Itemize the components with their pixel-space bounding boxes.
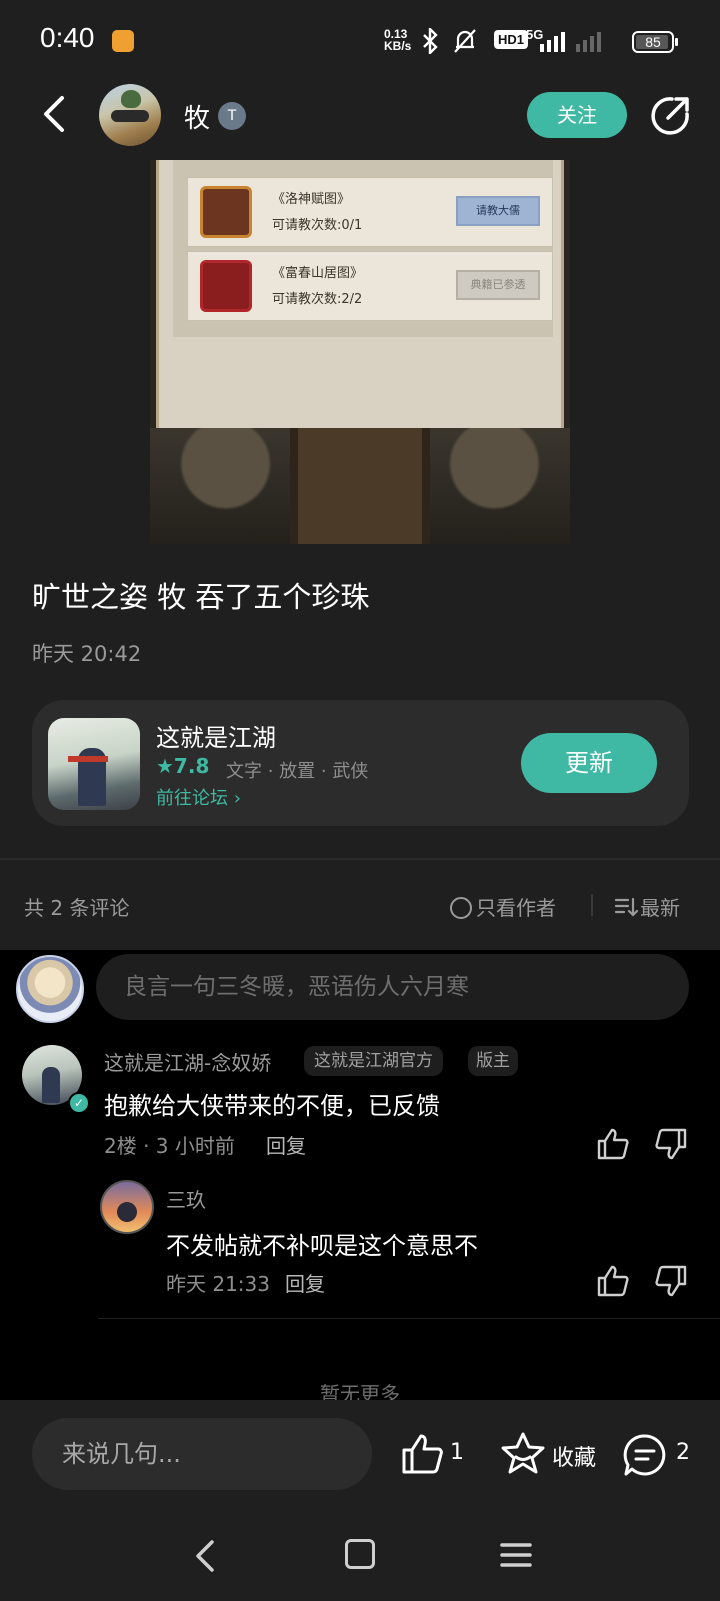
book-icon bbox=[200, 260, 252, 312]
notification-icon bbox=[112, 30, 134, 52]
signal-icon bbox=[540, 32, 601, 52]
image-row: 《富春山居图》 可请教次数:2/2 典籍已参透 bbox=[187, 251, 553, 321]
image-row-count: 可请教次数:0/1 bbox=[272, 218, 363, 233]
radio-circle-icon bbox=[450, 897, 472, 919]
battery-indicator: 85 bbox=[632, 31, 678, 53]
bluetooth-icon bbox=[423, 28, 438, 54]
mute-bell-icon bbox=[454, 29, 476, 53]
post-image[interactable]: 《洛神赋图》 可请教次数:0/1 请教大儒 《富春山居图》 可请教次数:2/2 … bbox=[150, 160, 570, 544]
verified-icon: ✓ bbox=[68, 1092, 90, 1114]
official-tag: 这就是江湖官方 bbox=[304, 1046, 443, 1076]
only-author-toggle[interactable]: 只看作者 bbox=[450, 892, 556, 921]
thumb-down-icon[interactable] bbox=[654, 1127, 688, 1161]
game-rating: ★7.8 bbox=[156, 754, 210, 778]
comment-input[interactable]: 良言一句三冬暖，恶语伤人六月寒 bbox=[96, 954, 689, 1020]
game-name[interactable]: 这就是江湖 bbox=[156, 718, 276, 753]
status-time: 0:40 bbox=[40, 22, 95, 53]
game-tags: 文字 · 放置 · 武侠 bbox=[226, 761, 369, 782]
image-row-count: 可请教次数:2/2 bbox=[272, 292, 363, 307]
comment-count-bottom: 2 bbox=[676, 1440, 690, 1465]
thumb-up-icon[interactable] bbox=[596, 1127, 630, 1161]
image-list-area: 《洛神赋图》 可请教次数:0/1 请教大儒 《富春山居图》 可请教次数:2/2 … bbox=[173, 160, 553, 337]
sort-icon bbox=[614, 897, 639, 917]
favorite-label[interactable]: 收藏 bbox=[552, 1440, 596, 1472]
reply-meta: 昨天 21:33 bbox=[166, 1272, 270, 1296]
star-icon[interactable] bbox=[500, 1431, 546, 1477]
comment-text: 抱歉给大侠带来的不便，已反馈 bbox=[104, 1092, 440, 1120]
author-name[interactable]: 牧 bbox=[184, 98, 210, 135]
post-title: 旷世之姿 牧 吞了五个珍珠 bbox=[32, 580, 370, 614]
game-icon[interactable] bbox=[48, 718, 140, 810]
replier-name[interactable]: 三玖 bbox=[166, 1184, 206, 1213]
author-level-badge-icon: T bbox=[218, 102, 246, 130]
image-row-title: 《洛神赋图》 bbox=[272, 192, 351, 207]
forum-link[interactable]: 前往论坛 › bbox=[156, 784, 241, 810]
divider bbox=[591, 894, 593, 916]
author-avatar[interactable] bbox=[99, 84, 161, 146]
share-icon[interactable] bbox=[650, 96, 690, 136]
battery-level: 85 bbox=[645, 34, 661, 50]
thumb-down-icon[interactable] bbox=[654, 1264, 688, 1298]
reply-text: 不发帖就不补呗是这个意思不 bbox=[166, 1232, 478, 1260]
sort-label: 最新 bbox=[640, 896, 680, 920]
nav-home-icon[interactable] bbox=[345, 1539, 375, 1569]
commenter-name[interactable]: 这就是江湖-念奴娇 bbox=[104, 1047, 271, 1076]
my-avatar bbox=[16, 955, 84, 1023]
status-bar: 0:40 0.13 KB/s HD1 5G 85 bbox=[0, 0, 720, 80]
moderator-tag: 版主 bbox=[468, 1046, 518, 1076]
reply-button[interactable]: 回复 bbox=[266, 1130, 306, 1159]
image-row: 《洛神赋图》 可请教次数:0/1 请教大儒 bbox=[187, 177, 553, 247]
only-author-label: 只看作者 bbox=[476, 896, 556, 920]
bottom-comment-input[interactable]: 来说几句... bbox=[32, 1418, 372, 1490]
comment-bubble-icon[interactable] bbox=[622, 1432, 668, 1478]
comment-meta: 2楼 · 3 小时前 bbox=[104, 1134, 235, 1158]
replier-avatar[interactable] bbox=[100, 1180, 154, 1234]
thumb-up-icon[interactable] bbox=[596, 1264, 630, 1298]
back-arrow-icon[interactable] bbox=[34, 92, 78, 136]
follow-button[interactable]: 关注 bbox=[527, 92, 627, 138]
reply-button[interactable]: 回复 bbox=[285, 1268, 325, 1297]
update-button[interactable]: 更新 bbox=[521, 733, 657, 793]
nav-back-icon[interactable] bbox=[190, 1538, 222, 1574]
image-row-title: 《富春山居图》 bbox=[272, 266, 364, 281]
network-speed: 0.13 KB/s bbox=[384, 27, 412, 53]
image-row-button: 典籍已参透 bbox=[456, 270, 540, 300]
image-scroll-decoration bbox=[290, 428, 430, 544]
like-icon[interactable] bbox=[400, 1432, 444, 1476]
book-icon bbox=[200, 186, 252, 238]
like-count: 1 bbox=[450, 1440, 464, 1465]
divider bbox=[98, 1318, 720, 1319]
nav-menu-icon[interactable] bbox=[500, 1540, 532, 1570]
game-card[interactable]: 这就是江湖 ★7.8 文字 · 放置 · 武侠 前往论坛 › 更新 bbox=[32, 700, 689, 826]
hd-badge: HD1 bbox=[494, 30, 529, 49]
comment-count: 共 2 条评论 bbox=[24, 896, 130, 920]
image-row-button: 请教大儒 bbox=[456, 196, 540, 226]
divider bbox=[0, 858, 720, 860]
sort-toggle[interactable]: 最新 bbox=[614, 892, 680, 921]
post-time: 昨天 20:42 bbox=[32, 642, 142, 666]
